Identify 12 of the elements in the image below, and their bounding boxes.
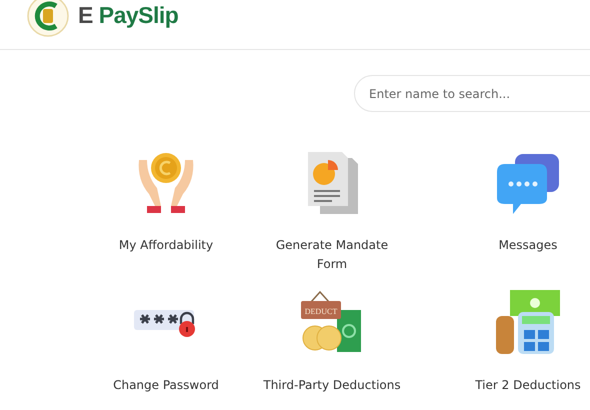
tile-label[interactable]: Change Password	[96, 376, 236, 410]
tile-label[interactable]: Third-Party Deductions	[262, 376, 402, 410]
calculator-icon[interactable]	[496, 290, 560, 356]
brand-name: E PaySlip	[78, 2, 178, 29]
logo-icon	[26, 0, 70, 38]
chat-icon[interactable]	[495, 152, 561, 214]
tile-label[interactable]: Generate Mandate Form	[262, 236, 402, 274]
tile-label[interactable]: My Affordability	[96, 236, 236, 274]
search-field[interactable]: Enter name to search...	[354, 75, 590, 112]
tile-label[interactable]: Messages	[458, 236, 590, 274]
tile-label[interactable]: Tier 2 Deductions	[458, 376, 590, 410]
password-icon[interactable]	[134, 308, 198, 338]
